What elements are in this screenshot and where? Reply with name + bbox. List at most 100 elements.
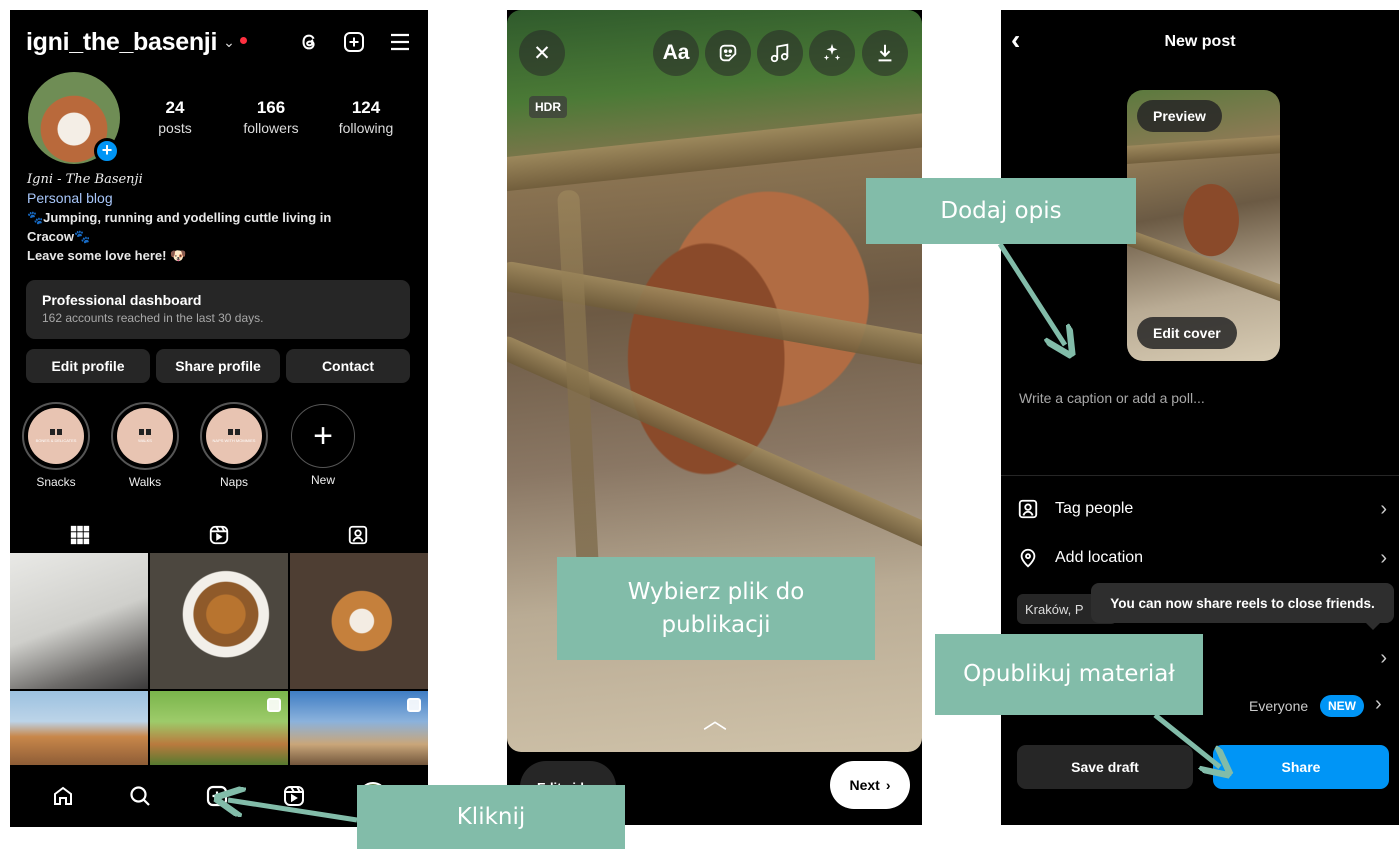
- highlight-cover-text: BONES & DELICATES: [35, 438, 77, 443]
- caption-input[interactable]: Write a caption or add a poll...: [1019, 390, 1205, 406]
- audience-value: Everyone: [1249, 698, 1309, 714]
- tab-tagged[interactable]: [289, 515, 428, 555]
- bio-category: Personal blog: [27, 190, 113, 206]
- stat-label: following: [338, 120, 394, 136]
- callout-choose-file: Wybierz plik do publikacji: [557, 557, 875, 660]
- profile-tabs: [10, 515, 428, 555]
- add-location-label: Add location: [1055, 549, 1144, 566]
- menu-icon[interactable]: [388, 30, 412, 54]
- new-badge: NEW: [1320, 695, 1364, 717]
- download-icon[interactable]: [862, 30, 908, 76]
- hdr-badge: HDR: [529, 96, 567, 118]
- close-friends-tooltip: You can now share reels to close friends…: [1091, 583, 1394, 630]
- close-icon[interactable]: ✕: [519, 30, 565, 76]
- carousel-icon: [407, 698, 421, 712]
- location-pin-icon: [1020, 548, 1036, 568]
- highlight-cover-text: WALKS: [138, 438, 152, 443]
- search-icon[interactable]: [128, 784, 152, 808]
- bio-line: 🐾Jumping, running and yodelling cuttle l…: [27, 210, 332, 225]
- stat-number: 166: [256, 98, 286, 117]
- plus-icon: +: [291, 404, 355, 468]
- bow-icon: [228, 429, 240, 435]
- divider: [1001, 475, 1399, 476]
- tag-people-row[interactable]: Tag people ›: [1017, 494, 1387, 524]
- edit-profile-button[interactable]: Edit profile: [26, 349, 150, 383]
- dashboard-title: Professional dashboard: [42, 292, 202, 308]
- professional-dashboard[interactable]: Professional dashboard 162 accounts reac…: [26, 280, 410, 339]
- stat-posts[interactable]: 24 posts: [130, 98, 220, 136]
- profile-buttons: Edit profile Share profile Contact: [26, 349, 410, 383]
- stat-label: followers: [243, 120, 299, 136]
- bio: Igni - The Basenji Personal blog 🐾Jumpin…: [27, 170, 407, 265]
- chevron-up-icon[interactable]: ︿: [703, 700, 727, 735]
- profile-header: igni_the_basenji ⌄: [26, 24, 412, 60]
- stat-following[interactable]: 124 following: [321, 98, 411, 136]
- tag-person-icon: [1018, 499, 1038, 519]
- highlight-label: Walks: [128, 475, 162, 489]
- story-highlights: BONES & DELICATES Snacks WALKS Walks NAP…: [22, 402, 422, 489]
- preview-button[interactable]: Preview: [1137, 100, 1222, 132]
- highlight-naps[interactable]: NAPS WITH MOMMIES Naps: [200, 402, 268, 489]
- notification-dot: [239, 36, 247, 44]
- create-post-icon[interactable]: [205, 784, 229, 808]
- username[interactable]: igni_the_basenji: [26, 28, 217, 57]
- page-title: New post: [1164, 33, 1236, 50]
- stat-followers[interactable]: 166 followers: [226, 98, 316, 136]
- highlight-snacks[interactable]: BONES & DELICATES Snacks: [22, 402, 90, 489]
- threads-icon[interactable]: [298, 31, 320, 53]
- callout-add-caption: Dodaj opis: [866, 178, 1136, 244]
- bow-icon: [139, 429, 151, 435]
- music-icon[interactable]: [757, 30, 803, 76]
- add-location-row[interactable]: Add location ›: [1017, 543, 1387, 573]
- home-icon[interactable]: [51, 784, 75, 808]
- post-grid: [10, 553, 428, 767]
- grid-post[interactable]: [150, 553, 288, 689]
- grid-post[interactable]: [150, 691, 288, 767]
- share-profile-button[interactable]: Share profile: [156, 349, 280, 383]
- next-label: Next: [849, 777, 880, 793]
- reels-icon: [209, 525, 229, 545]
- bio-line: Leave some love here! 🐶: [27, 248, 187, 263]
- grid-post[interactable]: [290, 691, 428, 767]
- next-button[interactable]: Next ›: [830, 761, 910, 809]
- tab-grid[interactable]: [10, 515, 149, 555]
- callout-click: Kliknij: [357, 785, 625, 849]
- grid-icon: [70, 525, 89, 545]
- highlight-label: New: [310, 473, 335, 487]
- grid-post[interactable]: [10, 553, 148, 689]
- bow-icon: [50, 429, 62, 435]
- bio-line: Cracow🐾: [27, 229, 91, 244]
- callout-publish: Opublikuj materiał: [935, 634, 1203, 715]
- share-button[interactable]: Share: [1213, 745, 1389, 789]
- highlight-walks[interactable]: WALKS Walks: [111, 402, 179, 489]
- tagged-icon: [349, 525, 368, 545]
- chevron-right-icon: ›: [1380, 546, 1387, 569]
- chevron-down-icon[interactable]: ⌄: [223, 34, 235, 51]
- effects-icon[interactable]: [809, 30, 855, 76]
- grid-post[interactable]: [10, 691, 148, 767]
- grid-post[interactable]: [290, 553, 428, 689]
- bio-name: Igni - The Basenji: [27, 172, 143, 187]
- profile-screen: igni_the_basenji ⌄ + 24 posts 166 follow…: [10, 10, 428, 827]
- tab-reels[interactable]: [149, 515, 288, 555]
- highlight-new[interactable]: + New: [289, 402, 357, 489]
- sticker-icon[interactable]: [705, 30, 751, 76]
- editor-screen: ✕ Aa HDR ︿ Edit video Next ›: [507, 10, 922, 825]
- dashboard-subtitle: 162 accounts reached in the last 30 days…: [42, 311, 264, 325]
- add-story-icon[interactable]: +: [94, 138, 120, 164]
- stat-label: posts: [158, 120, 192, 136]
- tag-people-label: Tag people: [1055, 500, 1134, 517]
- stat-number: 24: [165, 98, 185, 117]
- carousel-icon: [267, 698, 281, 712]
- text-tool-icon[interactable]: Aa: [653, 30, 699, 76]
- chevron-right-icon: ›: [1380, 646, 1387, 669]
- highlight-cover-text: NAPS WITH MOMMIES: [212, 438, 256, 443]
- reels-icon[interactable]: [282, 784, 306, 808]
- highlight-label: Snacks: [36, 475, 76, 489]
- contact-button[interactable]: Contact: [286, 349, 410, 383]
- edit-cover-button[interactable]: Edit cover: [1137, 317, 1237, 349]
- create-icon[interactable]: [342, 30, 366, 54]
- highlight-label: Naps: [219, 475, 248, 489]
- chevron-right-icon[interactable]: ›: [1375, 693, 1382, 716]
- save-draft-button[interactable]: Save draft: [1017, 745, 1193, 789]
